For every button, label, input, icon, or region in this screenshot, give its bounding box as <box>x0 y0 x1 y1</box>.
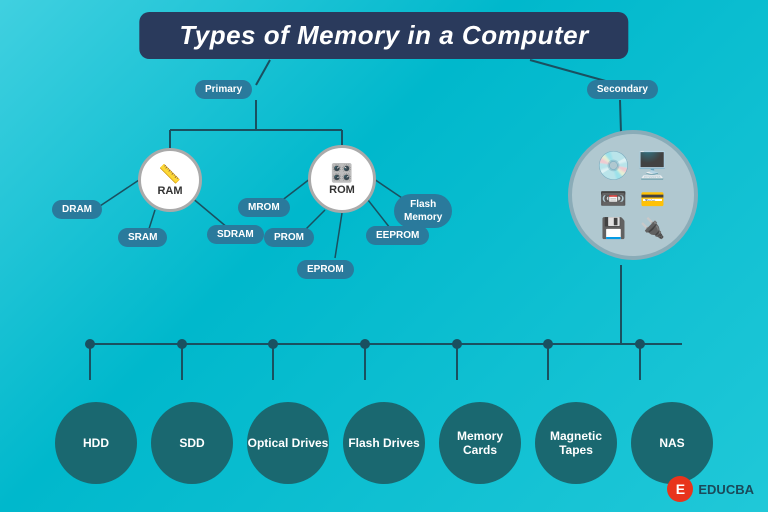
hdd-icon: 💿 <box>596 149 631 182</box>
magnetic-tapes-circle: Magnetic Tapes <box>535 402 617 484</box>
rom-circle: 🎛️ ROM <box>308 145 376 213</box>
flash-drives-circle: Flash Drives <box>343 402 425 484</box>
sdd-circle: SDD <box>151 402 233 484</box>
secondary-circle: 💿 🖥️ 📼 💳 💾 🔌 <box>568 130 698 260</box>
eeprom-node: EEPROM <box>366 226 429 245</box>
prom-node: PROM <box>264 228 314 247</box>
tape-icon: 📼 <box>600 186 627 212</box>
memory-cards-circle: Memory Cards <box>439 402 521 484</box>
storage-icon: 🖥️ <box>636 150 668 181</box>
sram-node: SRAM <box>118 228 167 247</box>
eprom-node: EPROM <box>297 260 354 279</box>
educba-icon: E <box>667 476 693 502</box>
mrom-node: MROM <box>238 198 290 217</box>
ssd-icon: 💾 <box>601 216 626 241</box>
usb-icon: 🔌 <box>640 216 665 241</box>
title-box: Types of Memory in a Computer <box>139 12 628 59</box>
ram-circle: 📏 RAM <box>138 148 202 212</box>
card-icon: 💳 <box>640 187 665 212</box>
bottom-row: HDD SDD Optical Drives Flash Drives Memo… <box>0 402 768 484</box>
educba-logo: E EDUCBA <box>667 476 754 502</box>
hdd-circle: HDD <box>55 402 137 484</box>
rom-icon: 🎛️ <box>331 163 353 184</box>
educba-text: EDUCBA <box>698 482 754 497</box>
page-title: Types of Memory in a Computer <box>179 20 588 51</box>
dram-node: DRAM <box>52 200 102 219</box>
optical-drives-circle: Optical Drives <box>247 402 329 484</box>
ram-icon: 📏 <box>159 164 181 185</box>
sdram-node: SDRAM <box>207 225 264 244</box>
primary-label: Primary <box>195 80 252 99</box>
flash-node: FlashMemory <box>394 194 452 228</box>
ram-label: RAM <box>157 185 182 197</box>
nas-circle: NAS <box>631 402 713 484</box>
secondary-label: Secondary <box>587 80 658 99</box>
rom-label: ROM <box>329 184 355 196</box>
